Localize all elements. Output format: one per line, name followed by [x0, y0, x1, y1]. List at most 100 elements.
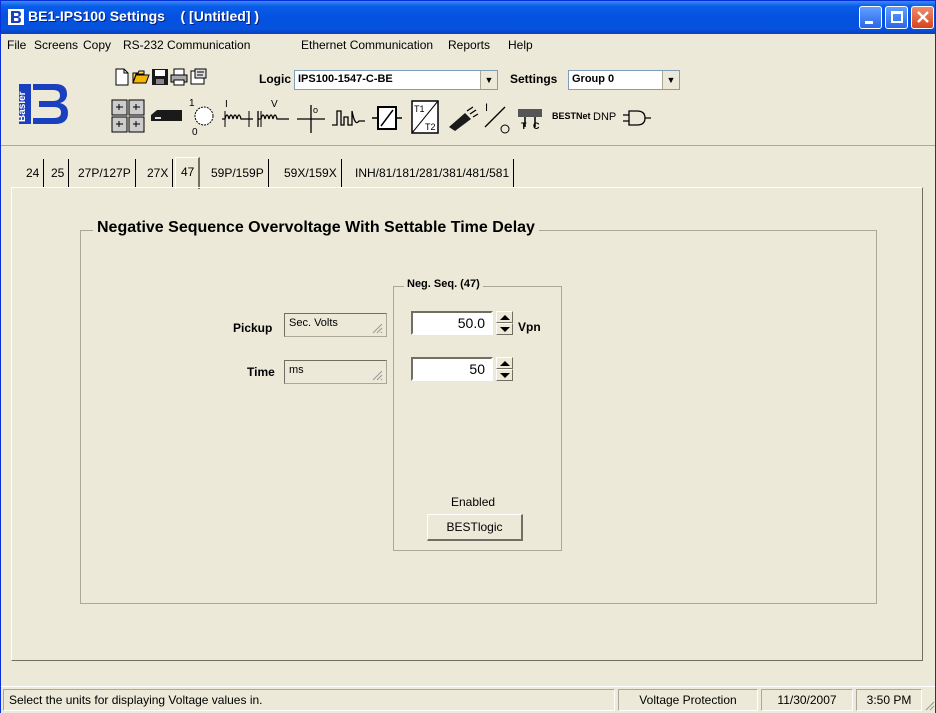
- title-bar[interactable]: BE1-IPS100 Settings ( [Untitled] ): [1, 1, 935, 34]
- bestlogic-button[interactable]: BESTlogic: [427, 514, 523, 541]
- current-coil-button[interactable]: I: [218, 96, 254, 136]
- menu-screens[interactable]: Screens: [34, 38, 78, 52]
- window-title: BE1-IPS100 Settings ( [Untitled] ): [28, 8, 260, 24]
- time-value-input[interactable]: 50: [411, 357, 493, 381]
- pickup-value-input[interactable]: 50.0: [411, 311, 493, 335]
- svg-text:T1: T1: [414, 104, 425, 114]
- status-section: Voltage Protection: [618, 689, 758, 711]
- maximize-icon: [891, 11, 903, 23]
- tab-24[interactable]: 24: [21, 159, 45, 187]
- chevron-down-icon[interactable]: ▼: [480, 71, 497, 89]
- application-window: BE1-IPS100 Settings ( [Untitled] ) File …: [0, 0, 936, 713]
- status-time: 3:50 PM: [856, 689, 922, 711]
- menu-help[interactable]: Help: [508, 38, 533, 52]
- menu-copy[interactable]: Copy: [83, 38, 111, 52]
- basler-app-icon: [8, 9, 24, 25]
- svg-text:V: V: [271, 99, 278, 110]
- tab-27p-127p[interactable]: 27P/127P: [73, 159, 136, 187]
- timer-block-button[interactable]: [368, 96, 404, 136]
- save-disk-icon[interactable]: [151, 68, 169, 86]
- tab-27x[interactable]: 27X: [142, 159, 174, 187]
- resize-grip-icon: [369, 323, 383, 334]
- breaker-icon: 1 0: [189, 98, 214, 137]
- close-icon: [916, 9, 930, 28]
- pulse-wave-icon: [332, 110, 365, 126]
- menu-bar: File Screens Copy RS-232 Communication E…: [1, 34, 935, 56]
- menu-reports[interactable]: Reports: [448, 38, 490, 52]
- bestnet-button[interactable]: BESTNet: [548, 96, 591, 136]
- tab-59x-159x[interactable]: 59X/159X: [279, 159, 342, 187]
- pickup-units-select[interactable]: Sec. Volts: [284, 313, 387, 337]
- arrow-down-icon: [500, 373, 510, 378]
- settings-label: Settings: [510, 72, 558, 86]
- general-settings-button[interactable]: [108, 96, 148, 136]
- status-bar: Select the units for displaying Voltage …: [1, 686, 935, 713]
- pickup-spinner[interactable]: [496, 311, 513, 335]
- status-date: 11/30/2007: [761, 689, 853, 711]
- settings-select-value: Group 0: [572, 73, 615, 85]
- svg-text:T2: T2: [425, 122, 436, 132]
- phase-angle-button[interactable]: o: [292, 96, 328, 136]
- logic-gate-icon: [623, 110, 651, 126]
- cable-connector-button[interactable]: [444, 96, 479, 136]
- status-message: Select the units for displaying Voltage …: [3, 689, 615, 711]
- current-switch-button[interactable]: I: [478, 96, 512, 136]
- menu-rs232-communication[interactable]: RS-232 Communication: [123, 38, 250, 52]
- time-units-select[interactable]: ms: [284, 360, 387, 384]
- close-button[interactable]: [911, 6, 934, 29]
- pickup-unit-suffix: Vpn: [518, 320, 541, 334]
- spin-up-button[interactable]: [496, 311, 513, 323]
- spin-up-button[interactable]: [496, 357, 513, 369]
- general-grid-icon: [111, 99, 145, 133]
- voltage-coil-icon: V: [257, 99, 289, 127]
- chevron-down-icon[interactable]: ▼: [662, 71, 679, 89]
- tab-59p-159p[interactable]: 59P/159P: [206, 159, 269, 187]
- group-title: Negative Sequence Overvoltage With Setta…: [93, 219, 539, 237]
- screens-toolbar: 1 0 I V o T1 T2 I T C BESTNet DNP: [108, 96, 758, 138]
- logic-label: Logic: [259, 72, 291, 86]
- logic-gate-button[interactable]: [618, 96, 652, 136]
- toolbar-area: Basler Logic IPS100-1547-C-BE ▼ Settings…: [1, 56, 935, 146]
- trip-close-icon: TC: [518, 109, 542, 131]
- breaker-button[interactable]: 1 0: [184, 96, 218, 137]
- minimize-button[interactable]: [859, 6, 882, 29]
- maximize-button[interactable]: [885, 6, 908, 29]
- new-file-icon[interactable]: [113, 68, 131, 86]
- time-spinner[interactable]: [496, 357, 513, 381]
- svg-text:I: I: [225, 99, 228, 110]
- plug-connector-icon: [449, 106, 479, 131]
- open-folder-icon[interactable]: [132, 68, 150, 86]
- spin-down-button[interactable]: [496, 323, 513, 335]
- logic-enabled-status: Enabled: [451, 495, 496, 509]
- logic-select[interactable]: IPS100-1547-C-BE ▼: [294, 70, 498, 90]
- dual-timer-button[interactable]: T1 T2: [404, 96, 444, 136]
- comm-port-icon: [151, 110, 182, 121]
- arrow-down-icon: [500, 327, 510, 332]
- tab-inh-81[interactable]: INH/81/181/281/381/481/581: [350, 159, 515, 187]
- svg-text:1: 1: [189, 98, 195, 109]
- timer-block-icon: [372, 106, 402, 130]
- resize-grip-icon: [369, 370, 383, 381]
- properties-icon[interactable]: [189, 68, 207, 86]
- menu-file[interactable]: File: [7, 38, 26, 52]
- resize-grip-icon[interactable]: [923, 699, 935, 713]
- menu-ethernet-communication[interactable]: Ethernet Communication: [301, 38, 433, 52]
- print-icon[interactable]: [170, 68, 188, 86]
- switch-slash-icon: I: [484, 102, 510, 134]
- spin-down-button[interactable]: [496, 369, 513, 381]
- svg-text:o: o: [313, 105, 318, 115]
- current-coil-icon: I: [222, 99, 253, 127]
- logic-select-value: IPS100-1547-C-BE: [298, 73, 393, 85]
- time-label: Time: [247, 365, 275, 379]
- settings-group-select[interactable]: Group 0 ▼: [568, 70, 680, 90]
- dnp-button[interactable]: DNP: [588, 96, 618, 136]
- tab-47[interactable]: 47: [175, 157, 201, 189]
- time-units-value: ms: [289, 364, 304, 376]
- trip-close-button[interactable]: TC: [512, 96, 546, 136]
- tab-25[interactable]: 25: [46, 159, 70, 187]
- pulse-timer-button[interactable]: [328, 96, 368, 136]
- svg-text:T: T: [521, 121, 527, 131]
- voltage-coil-button[interactable]: V: [254, 96, 292, 136]
- neg-seq-title: Neg. Seq. (47): [404, 278, 483, 290]
- communications-button[interactable]: [148, 96, 184, 136]
